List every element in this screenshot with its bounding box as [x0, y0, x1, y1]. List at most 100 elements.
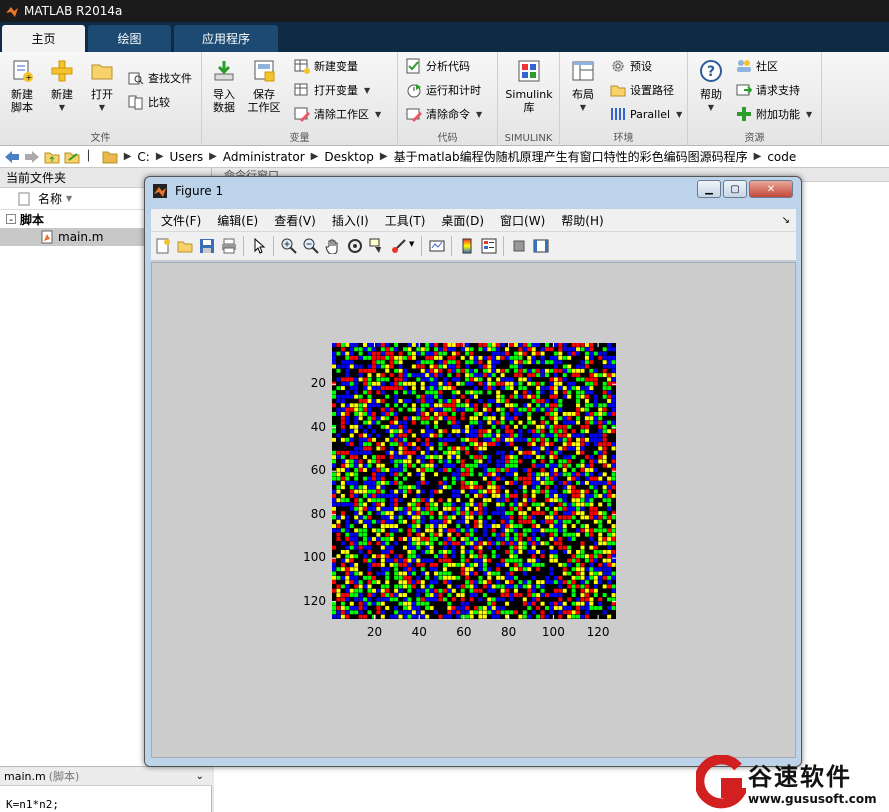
heatmap-cell	[496, 584, 501, 589]
simulink-library-button[interactable]: Simulink 库	[502, 58, 556, 114]
menu-window[interactable]: 窗口(W)	[500, 212, 545, 229]
zoom-in-icon[interactable]	[281, 238, 297, 254]
detail-bar[interactable]: main.m (脚本) ⌄	[0, 766, 212, 786]
heatmap-cell	[345, 593, 350, 598]
heatmap-cell	[354, 502, 359, 507]
menu-edit[interactable]: 编辑(E)	[217, 212, 258, 229]
brush-dropdown-icon[interactable]: ▼	[409, 240, 414, 248]
colorbar-icon[interactable]	[459, 238, 475, 254]
new-script-button[interactable]: + 新建 脚本	[3, 58, 41, 114]
menu-desktop[interactable]: 桌面(D)	[441, 212, 484, 229]
pointer-icon[interactable]	[251, 238, 267, 254]
clear-commands-button[interactable]: 清除命令 ▼	[406, 104, 482, 124]
tab-home[interactable]: 主页	[2, 25, 85, 52]
zoom-out-icon[interactable]	[303, 238, 319, 254]
menu-insert[interactable]: 插入(I)	[332, 212, 369, 229]
minimize-button[interactable]: ▁	[697, 180, 721, 198]
legend-icon[interactable]	[481, 238, 497, 254]
rotate-3d-icon[interactable]	[347, 238, 363, 254]
add-ons-button[interactable]: 附加功能 ▼	[736, 104, 812, 124]
heatmap-cell	[456, 562, 461, 567]
request-support-button[interactable]: 请求支持	[736, 80, 800, 100]
open-button[interactable]: 打开 ▼	[83, 58, 121, 114]
menu-file[interactable]: 文件(F)	[161, 212, 201, 229]
heatmap-cell	[398, 351, 403, 356]
save-workspace-button[interactable]: 保存 工作区	[245, 58, 283, 114]
up-folder-icon[interactable]	[44, 150, 60, 164]
heatmap-cell	[500, 493, 505, 498]
new-variable-button[interactable]: 新建变量	[294, 56, 358, 76]
heatmap-cell	[580, 481, 585, 485]
breadcrumb-item[interactable]: Users	[170, 150, 204, 164]
import-data-button[interactable]: 导入 数据	[205, 58, 243, 114]
forward-arrow-icon[interactable]	[24, 150, 40, 164]
menu-dock-arrow-icon[interactable]: ↘	[782, 215, 790, 226]
open-variable-button[interactable]: 打开变量 ▼	[294, 80, 370, 100]
heatmap-cell	[593, 412, 598, 416]
heatmap-cell	[376, 541, 381, 546]
breadcrumb-item[interactable]: C:	[137, 150, 149, 164]
breadcrumb-item[interactable]: Administrator	[223, 150, 305, 164]
heatmap-cell	[536, 368, 541, 373]
clear-workspace-button[interactable]: 清除工作区 ▼	[294, 104, 381, 124]
heatmap-cell	[363, 524, 368, 529]
chevron-down-icon[interactable]: ⌄	[196, 771, 204, 782]
link-plot-icon[interactable]	[429, 238, 445, 254]
new-button[interactable]: 新建 ▼	[43, 58, 81, 114]
parallel-button[interactable]: Parallel ▼	[610, 104, 682, 124]
heatmap-cell	[584, 343, 589, 347]
find-files-button[interactable]: 查找文件	[128, 68, 192, 88]
heatmap-cell	[513, 593, 518, 598]
heatmap-cell	[371, 485, 376, 490]
help-button[interactable]: ? 帮助 ▼	[692, 58, 730, 114]
run-and-time-button[interactable]: 运行和计时	[406, 80, 481, 100]
heatmap-cell	[367, 463, 372, 468]
analyze-code-button[interactable]: 分析代码	[406, 56, 470, 76]
pan-hand-icon[interactable]	[325, 238, 341, 254]
data-cursor-icon[interactable]	[369, 238, 385, 254]
brush-icon[interactable]	[391, 238, 407, 254]
heatmap-cell	[456, 368, 461, 373]
menu-view[interactable]: 查看(V)	[274, 212, 316, 229]
save-icon[interactable]	[199, 238, 215, 254]
breadcrumb-item[interactable]: code	[767, 150, 796, 164]
heatmap-cell	[349, 601, 354, 606]
heatmap-cell	[580, 498, 585, 503]
menu-help[interactable]: 帮助(H)	[561, 212, 603, 229]
heatmap-cell	[562, 485, 567, 490]
heatmap-cell	[456, 614, 461, 619]
tab-apps[interactable]: 应用程序	[174, 25, 278, 52]
heatmap-cell	[425, 360, 430, 365]
layout-button[interactable]: 布局 ▼	[564, 58, 602, 114]
tab-plots[interactable]: 绘图	[88, 25, 171, 52]
maximize-button[interactable]: ▢	[723, 180, 747, 198]
heatmap-cell	[438, 468, 443, 472]
breadcrumb-item[interactable]: Desktop	[324, 150, 374, 164]
new-figure-icon[interactable]	[155, 238, 171, 254]
figure-canvas[interactable]: 20 40 60 80 100 120 20 40 60 80 100 120	[151, 262, 796, 758]
heatmap-cell	[447, 606, 452, 610]
breadcrumb-item[interactable]: 基于matlab编程伪随机原理产生有窗口特性的彩色编码图源码程序	[394, 148, 748, 165]
axes-heatmap[interactable]	[332, 343, 616, 619]
ribbon-tabs: 主页 绘图 应用程序	[0, 22, 889, 52]
heatmap-cell	[558, 584, 563, 589]
collapse-icon[interactable]: -	[6, 213, 16, 226]
back-arrow-icon[interactable]	[4, 150, 20, 164]
heatmap-cell	[487, 420, 492, 425]
open-file-icon[interactable]	[177, 238, 193, 254]
heatmap-cell	[429, 597, 434, 602]
close-button[interactable]: ✕	[749, 180, 793, 198]
browse-folder-icon[interactable]	[64, 150, 80, 164]
heatmap-cell	[403, 416, 407, 421]
menu-tools[interactable]: 工具(T)	[385, 212, 426, 229]
hide-plot-tools-icon[interactable]	[511, 238, 527, 254]
print-icon[interactable]	[221, 238, 237, 254]
compare-button[interactable]: 比较	[128, 92, 170, 112]
resources-group: ? 帮助 ▼ 社区 请求支持 附加功能 ▼ 资源	[688, 52, 822, 146]
heatmap-cell	[469, 368, 474, 373]
set-path-button[interactable]: 设置路径	[610, 80, 674, 100]
show-plot-tools-icon[interactable]	[533, 238, 549, 254]
heatmap-cell	[420, 506, 425, 511]
preferences-button[interactable]: 预设	[610, 56, 652, 76]
community-button[interactable]: 社区	[736, 56, 778, 76]
